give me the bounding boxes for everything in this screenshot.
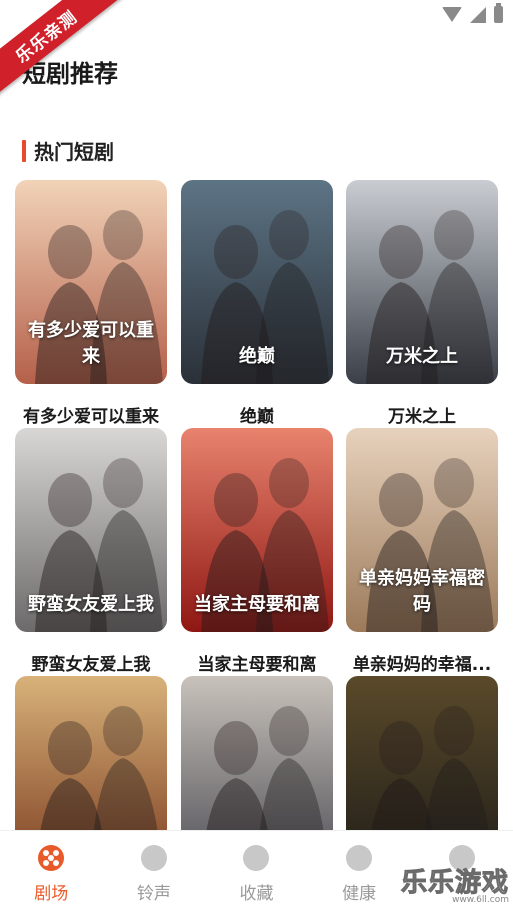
section-accent-bar	[22, 139, 26, 162]
drama-card[interactable]: 野蛮女友爱上我 野蛮女友爱上我	[15, 428, 167, 675]
drama-card[interactable]: 当家主母要和离 当家主母要和离	[181, 428, 333, 675]
brand-name: 乐乐游戏	[400, 868, 509, 899]
drama-poster[interactable]: 万米之上	[346, 180, 498, 384]
poster-title-art: 万米之上	[386, 346, 458, 367]
nav-item-铃声[interactable]: 铃声	[103, 831, 206, 912]
drama-title: 有多少爱可以重来	[23, 407, 159, 427]
drama-title: 绝巅	[240, 407, 274, 427]
drama-title: 单亲妈妈的幸福...	[352, 655, 492, 675]
character-head	[103, 458, 143, 508]
poster-title-art: 当家主母要和离	[194, 594, 320, 615]
drama-poster[interactable]: 逆袭人生	[15, 676, 167, 830]
character-head	[434, 458, 474, 508]
nav-item-健康[interactable]: 健康	[308, 831, 411, 912]
brand-watermark: 乐乐游戏 www.6ll.com	[400, 862, 509, 906]
drama-card[interactable]: 万米之上 万米之上	[346, 180, 498, 427]
character-head	[379, 473, 423, 527]
drama-card[interactable]: 逆袭人生	[15, 676, 167, 830]
drama-card[interactable]: 单亲妈妈幸福密码单亲妈妈的幸福...	[346, 428, 498, 675]
poster-title-art: 单亲妈妈幸福密码	[359, 568, 485, 615]
music-note-icon	[140, 845, 167, 871]
character-head	[434, 706, 474, 756]
poster-title-art: 野蛮女友爱上我	[28, 594, 154, 615]
drama-card[interactable]: 回春堂	[346, 676, 498, 830]
heart-hands-icon	[346, 845, 373, 871]
character-head	[269, 458, 309, 508]
drama-poster[interactable]	[181, 676, 333, 830]
drama-poster[interactable]: 野蛮女友爱上我	[15, 428, 167, 632]
character-head	[269, 210, 309, 260]
drama-title: 当家主母要和离	[197, 655, 317, 675]
collect-icon	[243, 845, 270, 871]
character-head	[434, 210, 474, 260]
drama-poster[interactable]: 有多少爱可以重来	[15, 180, 167, 384]
character-head	[103, 210, 143, 260]
character-head	[379, 721, 423, 775]
poster-title-art: 绝巅	[239, 346, 275, 367]
section-title: 热门短剧	[34, 140, 114, 164]
character-head	[103, 706, 143, 756]
drama-poster[interactable]: 单亲妈妈幸福密码	[346, 428, 498, 632]
nav-item-收藏[interactable]: 收藏	[205, 831, 308, 912]
drama-card[interactable]	[181, 676, 333, 830]
wifi-icon	[442, 7, 462, 22]
character-head	[214, 721, 258, 775]
character-head	[48, 473, 92, 527]
drama-title: 万米之上	[388, 407, 456, 427]
poster-title-art: 有多少爱可以重来	[28, 320, 154, 367]
character-head	[214, 473, 258, 527]
drama-poster[interactable]: 当家主母要和离	[181, 428, 333, 632]
status-icons	[442, 3, 503, 23]
signal-icon	[470, 6, 486, 23]
drama-poster[interactable]: 绝巅	[181, 180, 333, 384]
nav-item-剧场[interactable]: 剧场	[0, 831, 103, 912]
section-header: 热门短剧	[22, 136, 114, 165]
character-head	[214, 225, 258, 279]
nav-label: 健康	[342, 884, 377, 904]
battery-icon	[494, 3, 503, 23]
film-reel-icon	[38, 845, 65, 871]
character-head	[48, 721, 92, 775]
nav-label: 剧场	[34, 884, 69, 904]
drama-grid: 有多少爱可以重来 有多少爱可以重来 绝巅 绝巅 万米之上 万米之上 野蛮女友爱上我 野蛮女友爱…	[0, 180, 513, 830]
character-head	[379, 225, 423, 279]
drama-card[interactable]: 绝巅 绝巅	[181, 180, 333, 427]
character-head	[269, 706, 309, 756]
nav-label: 铃声	[136, 884, 171, 904]
drama-title: 野蛮女友爱上我	[31, 655, 151, 675]
character-head	[48, 225, 92, 279]
drama-poster[interactable]: 回春堂	[346, 676, 498, 830]
nav-label: 收藏	[239, 884, 274, 904]
drama-card[interactable]: 有多少爱可以重来 有多少爱可以重来	[15, 180, 167, 427]
